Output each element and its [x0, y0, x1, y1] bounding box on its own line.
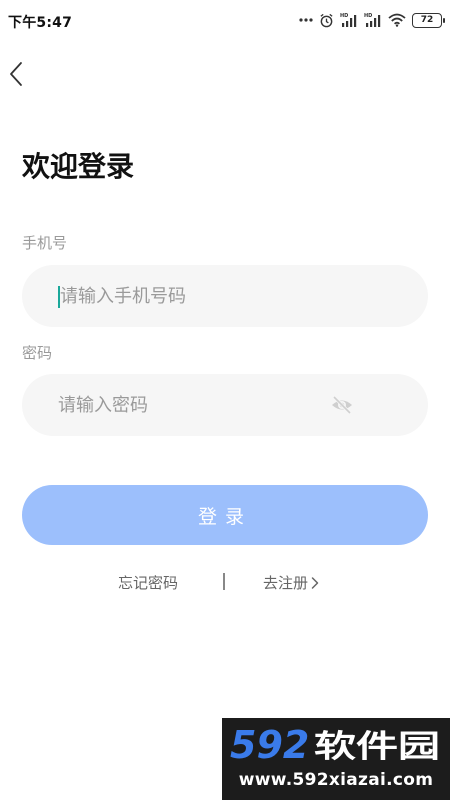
register-link-label: 去注册 — [263, 574, 309, 592]
bottom-links: 忘记密码 去注册 — [0, 572, 450, 592]
phone-input[interactable] — [60, 265, 350, 327]
svg-text:软件园: 软件园 — [314, 729, 440, 765]
battery-icon: 72 — [412, 12, 445, 28]
status-icons: HD HD 72 — [299, 10, 445, 30]
eye-icon — [332, 395, 352, 415]
phone-input-box[interactable] — [22, 265, 428, 327]
register-link[interactable]: 去注册 — [263, 572, 319, 593]
alarm-icon — [320, 13, 333, 27]
chevron-left-icon — [10, 62, 22, 86]
more-dots-icon — [299, 18, 313, 22]
forgot-password-link[interactable]: 忘记密码 — [118, 572, 178, 593]
chevron-right-icon — [311, 576, 319, 589]
password-input-box[interactable] — [22, 374, 428, 436]
page-title: 欢迎登录 — [22, 150, 135, 183]
links-divider — [223, 573, 225, 590]
hd-signal-icon: HD — [364, 13, 381, 27]
status-bar: 下午5:47 HD HD 72 — [0, 0, 450, 40]
svg-text:HD: HD — [340, 13, 348, 19]
password-visibility-toggle[interactable] — [330, 393, 354, 417]
status-time: 下午5:47 — [8, 15, 73, 31]
hd-signal-icon: HD — [340, 13, 357, 27]
back-button[interactable] — [2, 58, 30, 90]
watermark-logo: 592 软件园 — [230, 723, 440, 766]
watermark-url: www.592xiazai.com — [238, 770, 434, 790]
phone-label: 手机号 — [22, 234, 68, 252]
login-button[interactable]: 登录 — [22, 485, 428, 545]
watermark: 592 软件园 www.592xiazai.com — [222, 718, 450, 800]
password-label: 密码 — [22, 344, 53, 362]
svg-text:HD: HD — [364, 13, 372, 19]
wifi-icon — [388, 13, 406, 27]
svg-text:592: 592 — [230, 723, 309, 766]
battery-level: 72 — [420, 14, 434, 25]
password-input[interactable] — [58, 374, 348, 436]
